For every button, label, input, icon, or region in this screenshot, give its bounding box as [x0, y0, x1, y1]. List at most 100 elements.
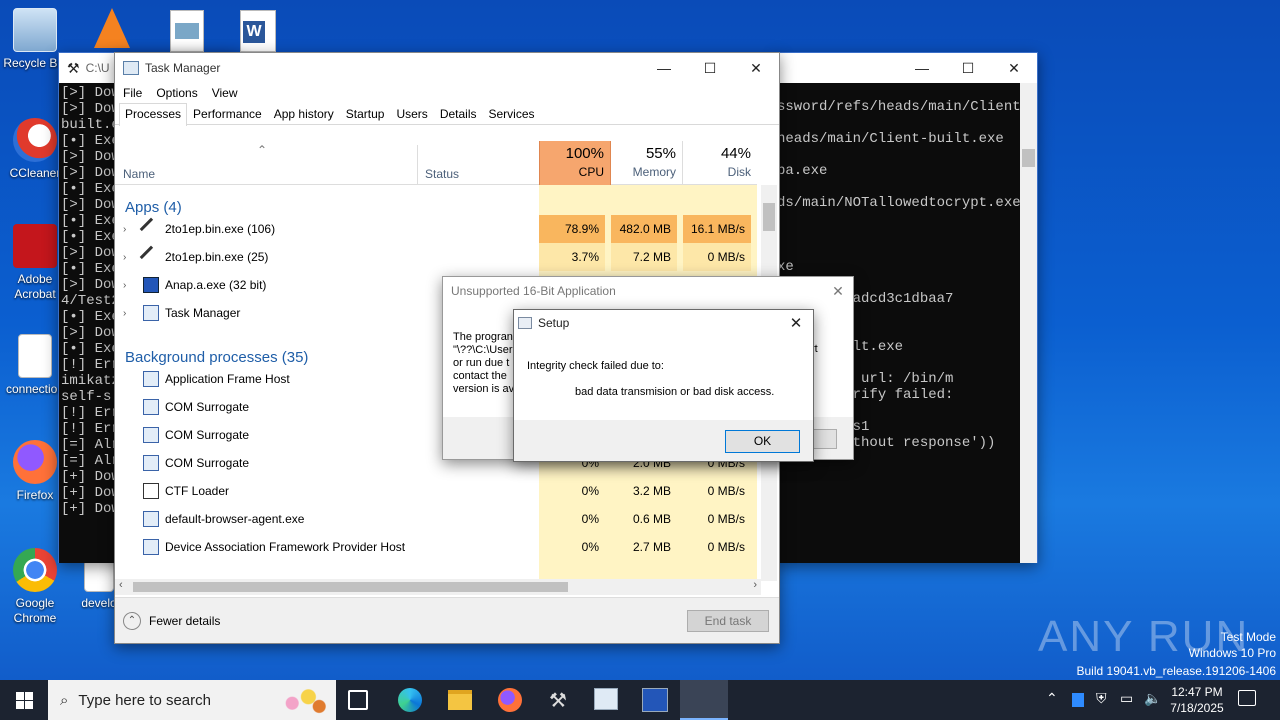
column-status[interactable]: Status	[425, 167, 459, 181]
vlc-icon[interactable]	[92, 8, 132, 52]
task-view-icon[interactable]	[348, 690, 368, 710]
start-button[interactable]	[0, 680, 48, 720]
notification-icon[interactable]	[1238, 690, 1256, 706]
console-scrollbar[interactable]	[1020, 83, 1037, 563]
task-manager-icon	[143, 305, 159, 321]
anap-taskbar-icon[interactable]	[642, 688, 668, 712]
menu-options[interactable]: Options	[156, 86, 197, 100]
hammer-app-icon[interactable]: ⚒	[546, 688, 570, 712]
tab-app-history[interactable]: App history	[268, 103, 340, 124]
image-file-icon[interactable]	[170, 10, 204, 52]
minimize-button[interactable]: —	[899, 53, 945, 83]
process-row[interactable]: › 2to1ep.bin.exe (25) 3.7% 7.2 MB 0 MB/s	[115, 243, 755, 271]
app-window-icon	[143, 399, 159, 415]
console-titlebar: — ☐ ✕	[777, 53, 1037, 83]
sort-chevron-icon[interactable]: ⌃	[257, 143, 267, 157]
dialog-titlebar: Unsupported 16-Bit Application ✕	[443, 277, 853, 305]
process-name: CTF Loader	[165, 484, 230, 498]
cpu-label: CPU	[578, 165, 604, 179]
fewer-details-button[interactable]: ⌃ Fewer details	[123, 612, 220, 630]
ok-button[interactable]: OK	[725, 430, 800, 453]
disk-percent: 44%	[720, 145, 751, 162]
expand-chevron-icon[interactable]: ›	[123, 252, 126, 263]
tab-performance[interactable]: Performance	[187, 103, 268, 124]
chrome-icon	[13, 548, 57, 592]
process-mem: 482.0 MB	[611, 215, 677, 243]
windows-logo-icon	[15, 691, 33, 709]
word-file-icon[interactable]: W	[240, 10, 276, 52]
file-explorer-icon[interactable]	[448, 690, 472, 710]
search-box[interactable]: ⌕ Type here to search	[48, 680, 336, 720]
hammer-icon	[139, 217, 163, 241]
process-row[interactable]: CTF Loader 0% 3.2 MB 0 MB/s	[115, 477, 755, 505]
volume-icon[interactable]: 🔈	[1144, 690, 1161, 707]
process-row[interactable]: default-browser-agent.exe 0% 0.6 MB 0 MB/s	[115, 505, 755, 533]
clock-date: 7/18/2025	[1170, 701, 1224, 715]
active-window-taskbar-item[interactable]	[680, 680, 728, 720]
security-icon[interactable]: ⛨	[1096, 690, 1107, 707]
tray-app-icon[interactable]	[1072, 693, 1084, 707]
process-mem: 2.7 MB	[632, 540, 671, 554]
console-icon: ⚒	[67, 59, 80, 76]
task-manager-taskbar-icon[interactable]	[594, 688, 618, 710]
menu-file[interactable]: File	[123, 86, 142, 100]
column-name[interactable]: Name	[123, 167, 155, 181]
tab-services[interactable]: Services	[483, 103, 541, 124]
setup-message-line1: Integrity check failed due to:	[527, 360, 664, 372]
column-disk[interactable]: 44% Disk	[683, 141, 757, 185]
close-button[interactable]: ✕	[779, 314, 813, 332]
app-window-icon	[143, 455, 159, 471]
edition-label: Windows 10 Pro	[1188, 646, 1276, 660]
setup-dialog[interactable]: Setup ✕ Integrity check failed due to: b…	[513, 309, 814, 462]
ccleaner-icon	[13, 118, 57, 162]
table-header: ⌃ Name Status 100% CPU 55% Memory 44% Di…	[115, 141, 757, 185]
process-name: COM Surrogate	[165, 456, 250, 470]
firefox-taskbar-icon[interactable]	[498, 688, 522, 712]
process-cpu: 3.7%	[539, 243, 605, 271]
column-memory[interactable]: 55% Memory	[611, 141, 683, 185]
minimize-button[interactable]: —	[641, 53, 687, 83]
maximize-button[interactable]: ☐	[687, 53, 733, 83]
close-button[interactable]: ✕	[733, 53, 779, 83]
end-task-button[interactable]: End task	[687, 610, 769, 632]
close-button[interactable]: ✕	[991, 53, 1037, 83]
word-file-icon	[84, 560, 114, 592]
firefox-icon	[13, 440, 57, 484]
maximize-button[interactable]: ☐	[945, 53, 991, 83]
recycle-bin-icon	[13, 8, 57, 52]
dialog-line: contact the	[453, 370, 507, 382]
tab-details[interactable]: Details	[434, 103, 483, 124]
process-name: Application Frame Host	[165, 372, 290, 386]
tab-users[interactable]: Users	[390, 103, 433, 124]
process-cpu: 0%	[581, 540, 599, 554]
dialog-ok-button[interactable]	[811, 429, 837, 449]
network-icon[interactable]: ▭	[1120, 690, 1133, 707]
expand-chevron-icon[interactable]: ›	[123, 224, 126, 235]
tab-startup[interactable]: Startup	[340, 103, 391, 124]
edge-icon[interactable]	[398, 688, 422, 712]
show-hidden-icons[interactable]: ⌃	[1046, 690, 1058, 707]
search-icon: ⌕	[60, 691, 69, 709]
horizontal-scrollbar[interactable]: ‹ ›	[115, 579, 761, 595]
cpu-percent: 100%	[565, 145, 604, 162]
tab-processes[interactable]: Processes	[119, 103, 188, 126]
close-button[interactable]: ✕	[823, 283, 853, 300]
memory-label: Memory	[632, 165, 676, 179]
console-line: xe	[777, 259, 794, 275]
app-window-icon	[143, 371, 159, 387]
column-cpu[interactable]: 100% CPU	[539, 141, 611, 185]
process-row[interactable]: › 2to1ep.bin.exe (106) 78.9% 482.0 MB 16.1 M…	[115, 215, 755, 243]
dialog-line: version is av	[453, 383, 515, 395]
process-row[interactable]: Device Association Framework Provider Ho…	[115, 533, 755, 561]
expand-chevron-icon[interactable]: ›	[123, 308, 126, 319]
clock[interactable]: 12:47 PM 7/18/2025	[1164, 684, 1230, 716]
acrobat-icon	[13, 224, 57, 268]
menu-view[interactable]: View	[212, 86, 238, 100]
expand-chevron-icon[interactable]: ›	[123, 280, 126, 291]
process-cpu: 0%	[581, 512, 599, 526]
image-file-icon	[18, 334, 52, 378]
